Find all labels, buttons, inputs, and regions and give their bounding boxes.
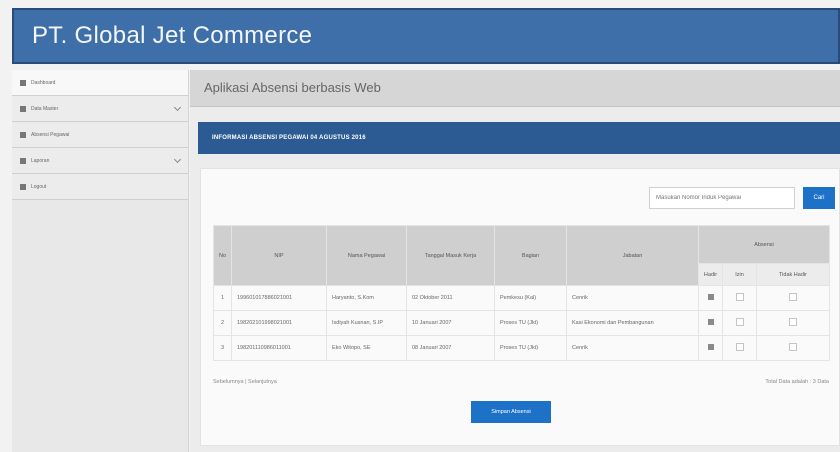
izin-radio[interactable] (735, 293, 744, 301)
cell-jabatan: Kasi Ekonomi dan Pembangunan (566, 310, 699, 336)
col-header-izin: Izin (722, 263, 757, 286)
col-header-nama: Nama Pegawai (326, 225, 407, 286)
col-header-tanggal: Tanggal Masuk Kerja (406, 225, 495, 286)
cell-no: 3 (213, 335, 232, 361)
cell-nama: Eko Witopo, SE (326, 335, 407, 361)
cell-izin (722, 310, 757, 336)
company-title: PT. Global Jet Commerce (32, 22, 313, 49)
tidak-hadir-radio[interactable] (789, 318, 797, 326)
cell-izin (722, 285, 757, 311)
table-row: 3 198201110986011001 Eko Witopo, SE 08 J… (213, 335, 830, 361)
cell-tanggal: 08 Januari 2007 (406, 335, 495, 361)
cell-bagian: Proses TU (Jkt) (494, 310, 567, 336)
home-icon (20, 79, 26, 86)
sidebar-item-data-master[interactable]: Data Master (12, 96, 188, 122)
hadir-radio[interactable] (707, 344, 714, 350)
table-row: 2 198202101998021001 Isdiyah Kusnan, S.I… (213, 310, 830, 336)
col-header-no: No (213, 225, 232, 286)
cell-tidak-hadir (756, 310, 830, 336)
sidebar-item-logout[interactable]: Logout (12, 174, 188, 200)
app-title-bar: Aplikasi Absensi berbasis Web (190, 70, 840, 107)
cell-nama: Haryanto, S.Kom (326, 285, 407, 311)
nip-search-input[interactable] (649, 187, 795, 209)
col-header-absensi: Absensi (698, 225, 830, 264)
list-icon (20, 105, 26, 112)
save-attendance-button[interactable]: Simpan Absensi (471, 401, 551, 423)
cell-tanggal: 10 Januari 2007 (406, 310, 495, 336)
tidak-hadir-radio[interactable] (789, 343, 797, 351)
cell-izin (722, 335, 757, 361)
cell-bagian: Pemkesu (Kal) (494, 285, 567, 311)
cell-no: 2 (213, 310, 232, 336)
document-icon (20, 157, 26, 164)
cell-jabatan: Cenrik (566, 335, 699, 361)
sidebar-item-absensi-pegawai[interactable]: Absensi Pegawai (12, 122, 188, 148)
chevron-down-icon (173, 103, 182, 112)
sidebar: Dashboard Data Master Absensi Pegawai La… (12, 70, 189, 452)
cell-nip: 199601017886021001 (231, 285, 327, 311)
page-title: Aplikasi Absensi berbasis Web (204, 80, 381, 95)
hadir-radio[interactable] (707, 294, 714, 300)
col-header-jabatan: Jabatan (566, 225, 699, 286)
cell-nama: Isdiyah Kusnan, S.IP (326, 310, 407, 336)
main-content: Aplikasi Absensi berbasis Web INFORMASI … (190, 70, 840, 452)
cell-tidak-hadir (756, 285, 830, 311)
cell-nip: 198201110986011001 (231, 335, 327, 361)
cell-nip: 198202101998021001 (231, 310, 327, 336)
sidebar-item-label: Logout (31, 183, 47, 190)
cell-no: 1 (213, 285, 232, 311)
sidebar-item-label: Absensi Pegawai (31, 131, 70, 138)
panel-title: INFORMASI ABSENSI PEGAWAI 04 AGUSTUS 201… (212, 135, 366, 141)
total-data-text: Total Data adalah : 3 Data (765, 379, 829, 385)
col-header-nip: NIP (231, 225, 327, 286)
sidebar-item-laporan[interactable]: Laporan (12, 148, 188, 174)
sidebar-item-dashboard[interactable]: Dashboard (12, 70, 188, 96)
sidebar-item-label: Data Master (31, 105, 59, 112)
cell-hadir (698, 335, 723, 361)
col-header-bagian: Bagian (494, 225, 567, 286)
izin-radio[interactable] (735, 343, 744, 351)
cell-hadir (698, 310, 723, 336)
attendance-panel: Cari No NIP Nama Pegawai Tanggal Masuk K… (200, 168, 840, 446)
search-button[interactable]: Cari (803, 187, 835, 209)
table-row: 1 199601017886021001 Haryanto, S.Kom 02 … (213, 285, 830, 311)
pagination-links[interactable]: Sebelumnya | Selanjutnya (213, 379, 277, 385)
sidebar-item-label: Laporan (31, 157, 50, 164)
attendance-table: No NIP Nama Pegawai Tanggal Masuk Kerja … (213, 225, 830, 361)
cell-hadir (698, 285, 723, 311)
chevron-down-icon (173, 155, 182, 164)
hadir-radio[interactable] (707, 319, 714, 325)
tidak-hadir-radio[interactable] (789, 293, 797, 301)
app-header: PT. Global Jet Commerce (12, 8, 840, 64)
pencil-icon (20, 131, 26, 138)
sidebar-item-label: Dashboard (31, 79, 56, 86)
cell-tidak-hadir (756, 335, 830, 361)
cell-bagian: Proses TU (Jkt) (494, 335, 567, 361)
logout-icon (20, 183, 26, 190)
panel-header: INFORMASI ABSENSI PEGAWAI 04 AGUSTUS 201… (198, 122, 840, 154)
izin-radio[interactable] (735, 318, 744, 326)
cell-tanggal: 02 Oktober 2011 (406, 285, 495, 311)
cell-jabatan: Cenrik (566, 285, 699, 311)
col-header-hadir: Hadir (698, 263, 723, 286)
col-header-tidak-hadir: Tidak Hadir (756, 263, 830, 286)
